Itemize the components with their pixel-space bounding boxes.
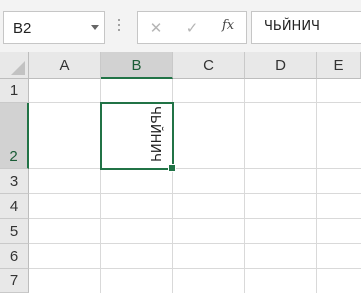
worksheet-grid: A B C D E 1 2 3 4 5 6 7 ЧЬЙНИЧ xyxy=(0,52,361,293)
formula-value: ЧЬЙНИЧ xyxy=(264,19,320,34)
active-cell-b2[interactable]: ЧЬЙНИЧ xyxy=(100,102,176,172)
row-header-4[interactable]: 4 xyxy=(0,194,29,219)
cancel-icon[interactable]: ✕ xyxy=(146,19,166,37)
gridline xyxy=(29,243,361,244)
name-box[interactable]: B2 xyxy=(3,11,105,44)
name-box-dropdown-icon[interactable] xyxy=(91,25,99,30)
column-header-b[interactable]: B xyxy=(101,52,173,79)
fill-handle[interactable] xyxy=(168,164,176,172)
gridline xyxy=(29,168,361,169)
formula-input[interactable]: ЧЬЙНИЧ xyxy=(251,11,361,44)
formula-tools: ✕ ✓ fx xyxy=(137,11,247,44)
function-icon[interactable]: fx xyxy=(222,18,234,33)
row-header-7[interactable]: 7 xyxy=(0,269,29,293)
cell-b2-text: ЧЬЙНИЧ xyxy=(147,106,162,162)
gridline xyxy=(29,218,361,219)
row-header-2[interactable]: 2 xyxy=(0,103,29,169)
row-header-5[interactable]: 5 xyxy=(0,219,29,244)
enter-icon[interactable]: ✓ xyxy=(182,19,202,37)
gridline xyxy=(316,79,317,293)
formula-bar: B2 ✕ ✓ fx ЧЬЙНИЧ xyxy=(0,0,361,52)
column-header-a[interactable]: A xyxy=(29,52,101,79)
select-all-button[interactable] xyxy=(0,52,29,79)
column-header-e[interactable]: E xyxy=(317,52,361,79)
gridline xyxy=(244,79,245,293)
row-header-6[interactable]: 6 xyxy=(0,244,29,269)
gridline xyxy=(29,268,361,269)
gridline xyxy=(29,193,361,194)
column-header-d[interactable]: D xyxy=(245,52,317,79)
select-all-icon xyxy=(11,61,25,75)
name-box-value: B2 xyxy=(13,20,32,37)
column-header-c[interactable]: C xyxy=(173,52,245,79)
gridline xyxy=(29,102,361,103)
row-header-1[interactable]: 1 xyxy=(0,79,29,103)
row-header-3[interactable]: 3 xyxy=(0,169,29,194)
formula-bar-grip[interactable] xyxy=(117,19,121,37)
